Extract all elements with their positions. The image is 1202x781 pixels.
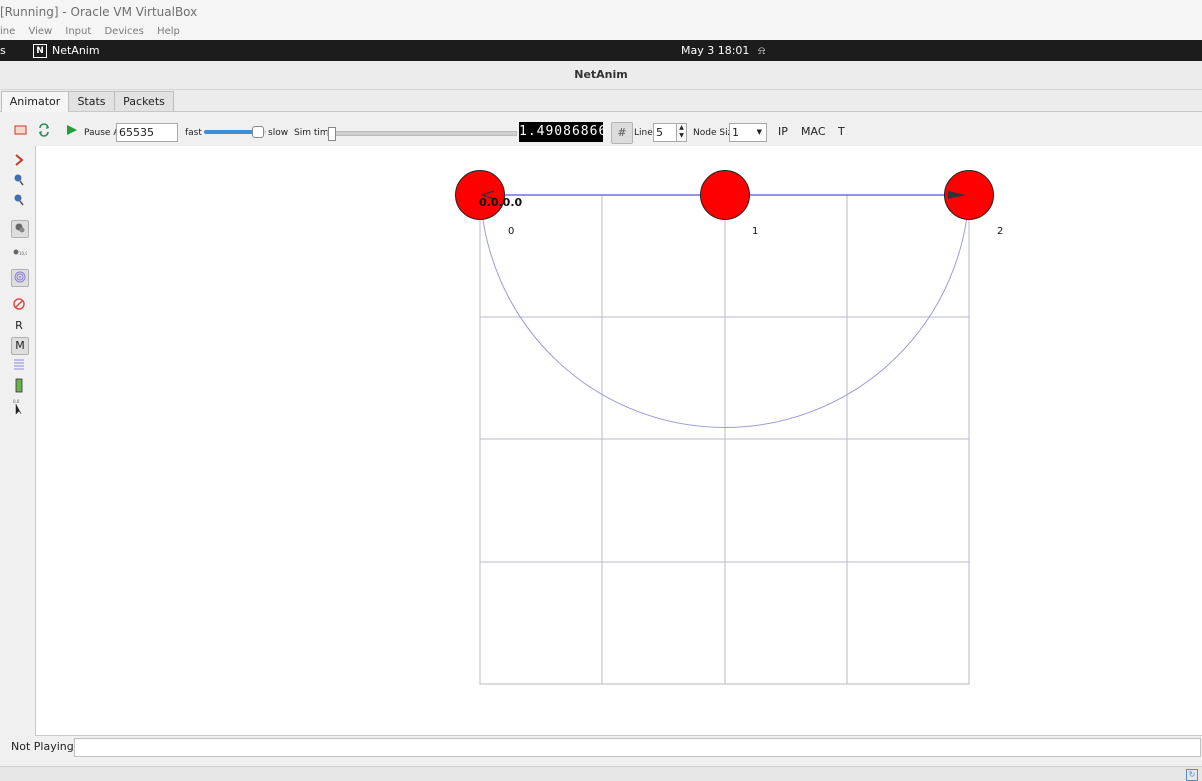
tab-animator[interactable]: Animator xyxy=(1,91,69,112)
battery-icon[interactable] xyxy=(11,377,27,393)
vbox-status-bar xyxy=(0,766,1202,781)
tab-packets[interactable]: Packets xyxy=(114,91,174,111)
sim-time-slider[interactable] xyxy=(327,127,517,141)
node-0[interactable] xyxy=(455,170,505,220)
ip-toggle-button[interactable]: IP xyxy=(778,125,788,138)
speed-slider[interactable] xyxy=(204,126,266,138)
zoom-out-icon[interactable] xyxy=(11,192,27,208)
tab-stats[interactable]: Stats xyxy=(68,91,115,111)
lines-input[interactable]: 5 xyxy=(653,123,677,142)
vbox-title: [Running] - Oracle VM VirtualBox xyxy=(0,5,198,19)
routing-r-button[interactable]: R xyxy=(11,318,27,334)
svg-text:10,0: 10,0 xyxy=(19,251,27,256)
grid xyxy=(479,194,970,685)
wireless-circles-icon[interactable] xyxy=(11,269,29,287)
node-label-1: 1 xyxy=(752,226,758,237)
app-menu[interactable]: N NetAnim xyxy=(33,40,100,61)
play-icon[interactable] xyxy=(66,124,78,136)
speed-slider-handle[interactable] xyxy=(251,126,264,138)
blocked-icon[interactable] xyxy=(11,296,27,312)
desktop-top-bar: s N NetAnim May 3 18:01 ⍾ xyxy=(0,40,1202,61)
packet-label: 0.0.0.0 xyxy=(479,196,522,209)
vbox-indicator-icon[interactable]: ↻ xyxy=(1186,769,1198,781)
lines-list-icon[interactable] xyxy=(11,356,27,372)
vbox-title-bar: [Running] - Oracle VM VirtualBox xyxy=(0,0,1202,24)
cursor-pointer-icon[interactable]: 0,0 xyxy=(11,398,27,414)
grid-toggle-icon[interactable]: # xyxy=(611,122,633,144)
menu-view[interactable]: View xyxy=(28,26,52,37)
node-size-select[interactable]: 1 ▼ xyxy=(729,123,767,142)
slow-label: slow xyxy=(268,128,289,138)
zoom-in-icon[interactable] xyxy=(11,172,27,188)
netanim-logo-icon: N xyxy=(33,43,47,58)
scene-svg: 0.0.0.0 0 1 2 xyxy=(455,170,1003,685)
menu-devices[interactable]: Devices xyxy=(104,26,143,37)
speed-slider-fill xyxy=(204,130,257,134)
node-1[interactable] xyxy=(700,170,750,220)
fast-label: fast xyxy=(185,128,202,138)
node-label-0: 0 xyxy=(508,226,514,237)
app-name: NetAnim xyxy=(52,44,100,57)
node-size-value: 1 xyxy=(732,126,739,139)
t-toggle-button[interactable]: T xyxy=(838,125,845,138)
mac-toggle-button[interactable]: MAC xyxy=(801,125,826,138)
chevron-down-icon: ▼ xyxy=(756,128,762,136)
side-toolbar: 10,0 R M 0,0 xyxy=(0,146,34,736)
bell-icon[interactable]: ⍾ xyxy=(758,40,765,61)
lines-spinner[interactable]: ▲ ▼ xyxy=(676,123,687,142)
menu-input[interactable]: Input xyxy=(65,26,91,37)
mobility-m-button[interactable]: M xyxy=(11,337,29,355)
clock[interactable]: May 3 18:01 xyxy=(681,40,749,61)
chevron-right-icon[interactable] xyxy=(11,152,27,168)
vbox-menu-bar: ine View Input Devices Help xyxy=(0,24,1202,40)
open-file-icon[interactable] xyxy=(14,124,28,136)
tab-bar: Animator Stats Packets xyxy=(0,90,1202,112)
activities-button[interactable]: s xyxy=(0,40,6,61)
window-title: NetAnim xyxy=(574,68,628,81)
sim-time-slider-handle[interactable] xyxy=(328,127,336,141)
menu-machine[interactable]: ine xyxy=(0,26,15,37)
svg-text:0,0: 0,0 xyxy=(13,399,20,404)
reload-icon[interactable] xyxy=(37,123,51,137)
status-field xyxy=(74,738,1201,757)
menu-help[interactable]: Help xyxy=(157,26,180,37)
animator-toolbar: Pause At 65535 fast slow Sim time 1.4908… xyxy=(0,112,1202,146)
sim-time-display: 1.49086866 xyxy=(519,122,606,142)
window-title-bar: NetAnim xyxy=(0,61,1202,90)
status-label: Not Playing xyxy=(11,740,74,753)
node-position-icon[interactable]: 10,0 xyxy=(11,244,27,260)
animation-canvas[interactable]: 0.0.0.0 0 1 2 xyxy=(35,146,1202,736)
node-description-icon[interactable] xyxy=(11,220,29,238)
pause-at-input[interactable]: 65535 xyxy=(116,123,178,142)
node-label-2: 2 xyxy=(997,226,1003,237)
